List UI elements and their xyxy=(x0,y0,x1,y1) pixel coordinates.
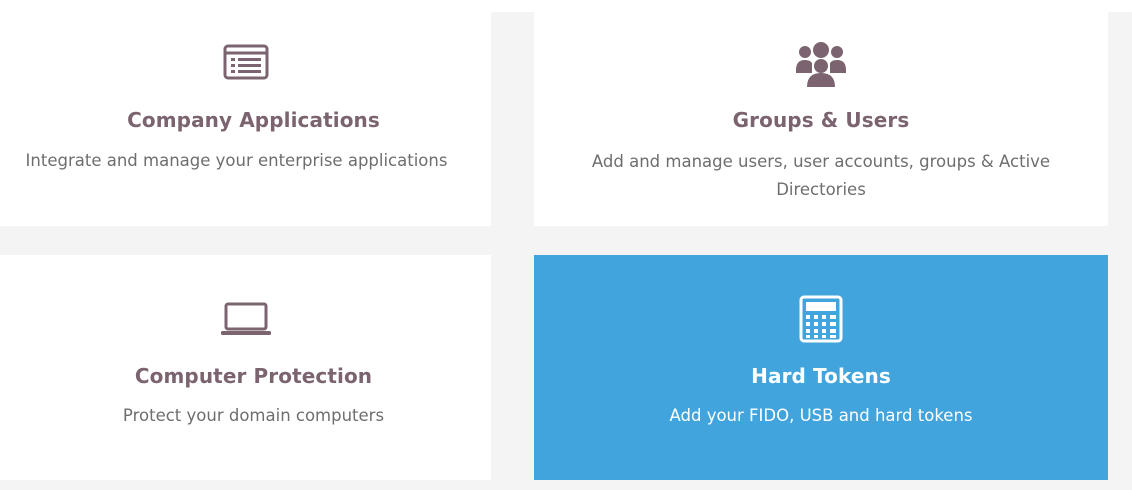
card-title: Groups & Users xyxy=(732,108,910,132)
groups-users-card[interactable]: Groups & Users Add and manage users, use… xyxy=(534,12,1108,226)
card-title: Company Applications xyxy=(127,108,380,132)
card-description: Integrate and manage your enterprise app… xyxy=(25,151,448,170)
calculator-icon xyxy=(534,295,1108,343)
users-group-icon xyxy=(534,40,1108,88)
card-description: Add your FIDO, USB and hard tokens xyxy=(669,406,973,425)
laptop-icon xyxy=(0,302,491,336)
list-window-icon xyxy=(0,44,491,80)
card-description: Add and manage users, user accounts, gro… xyxy=(591,152,1051,199)
company-applications-card[interactable]: Company Applications Integrate and manag… xyxy=(0,12,491,226)
card-title: Computer Protection xyxy=(134,364,373,388)
card-title: Hard Tokens xyxy=(751,364,891,388)
dashboard-grid: Company Applications Integrate and manag… xyxy=(0,12,1132,490)
computer-protection-card[interactable]: Computer Protection Protect your domain … xyxy=(0,255,491,480)
card-description: Protect your domain computers xyxy=(122,406,385,425)
hard-tokens-card[interactable]: Hard Tokens Add your FIDO, USB and hard … xyxy=(534,255,1108,480)
